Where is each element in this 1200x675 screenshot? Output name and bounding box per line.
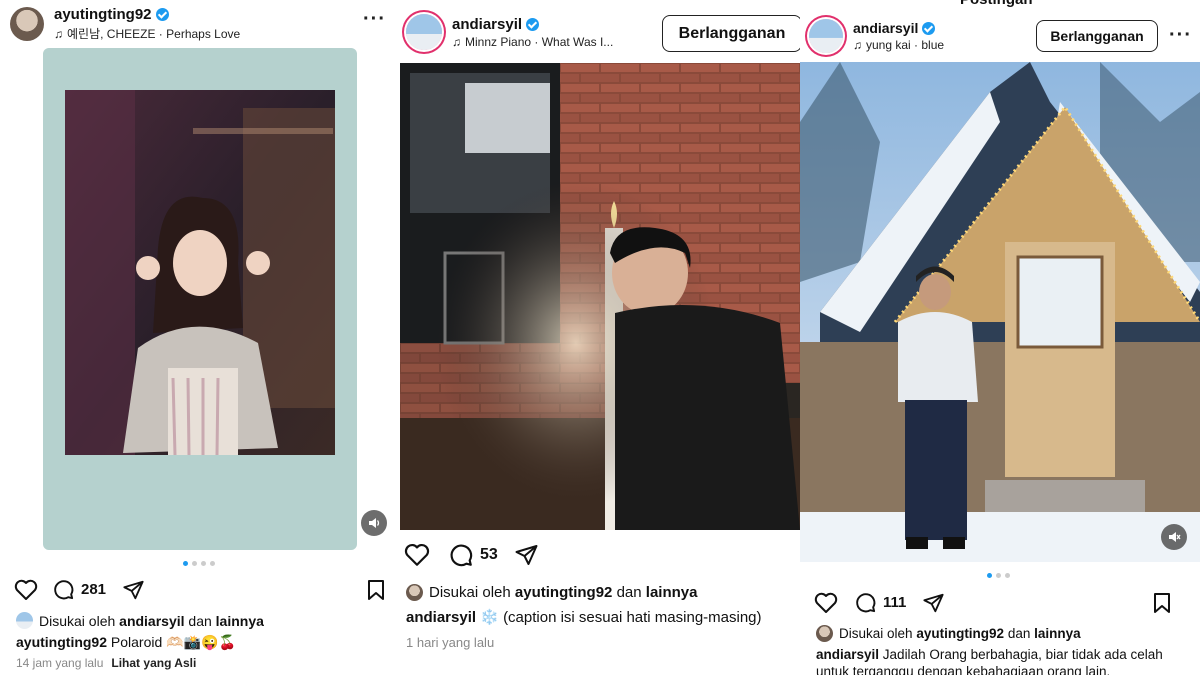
- avatar[interactable]: [10, 7, 44, 41]
- speaker-icon[interactable]: [361, 510, 387, 536]
- caption-text: Polaroid 🫶🏻📸😜🍒: [110, 634, 236, 650]
- verified-badge-icon: [526, 17, 540, 31]
- liked-and: dan: [616, 584, 642, 601]
- song-artist: yung kai: [866, 38, 911, 52]
- bookmark-icon[interactable]: [366, 579, 386, 601]
- liked-user[interactable]: ayutingting92: [916, 626, 1004, 641]
- liker-avatar: [816, 625, 833, 642]
- post-time: 1 hari yang lalu: [406, 635, 494, 650]
- music-note-icon: ♫: [853, 38, 862, 52]
- caption: ayutingting92 Polaroid 🫶🏻📸😜🍒: [16, 633, 386, 652]
- paper-plane-icon[interactable]: [922, 592, 945, 614]
- carousel-dots: [987, 573, 1010, 578]
- heart-icon[interactable]: [404, 543, 430, 567]
- liked-prefix: Disukai oleh: [839, 626, 913, 641]
- caption: andiarsyil Jadilah Orang berbahagia, bia…: [816, 646, 1196, 675]
- caption-user[interactable]: andiarsyil: [406, 609, 476, 626]
- post-photo[interactable]: [400, 63, 800, 530]
- song-title: What Was I...: [541, 34, 614, 49]
- speaker-icon[interactable]: [1161, 524, 1187, 550]
- liked-others[interactable]: lainnya: [646, 584, 698, 601]
- carousel-dot: [996, 573, 1001, 578]
- username[interactable]: ayutingting92: [54, 6, 152, 23]
- username-row: andiarsyil: [452, 16, 652, 33]
- carousel-dot: [1005, 573, 1010, 578]
- caption-text: ❄️ (caption isi sesuai hati masing-masin…: [480, 609, 762, 626]
- comment-count: 111: [883, 594, 907, 611]
- song-title: blue: [921, 38, 945, 52]
- post-header: ayutingting92 ♫ 예린남, CHEEZE · Perhaps Lov…: [10, 6, 400, 42]
- carousel-dots: [183, 561, 215, 566]
- liked-by[interactable]: Disukai oleh ayutingting92 dan lainnya: [816, 625, 1081, 642]
- liked-others[interactable]: lainnya: [216, 613, 264, 629]
- username-row: andiarsyil: [853, 20, 944, 36]
- audio-track[interactable]: ♫ 예린남, CHEEZE · Perhaps Love: [54, 25, 240, 42]
- audio-track[interactable]: ♫ Minnz Piano · What Was I...: [452, 35, 652, 49]
- liked-by[interactable]: Disukai oleh andiarsyil dan lainnya: [16, 612, 264, 629]
- page-title: Postingan: [960, 0, 1033, 8]
- comment-icon[interactable]: [448, 542, 474, 568]
- heart-icon[interactable]: [14, 579, 38, 601]
- verified-badge-icon: [922, 21, 936, 35]
- comment-icon[interactable]: [52, 578, 75, 601]
- liker-avatar: [406, 584, 423, 601]
- liked-by[interactable]: Disukai oleh ayutingting92 dan lainnya: [406, 584, 697, 601]
- avatar[interactable]: [809, 19, 843, 53]
- comment-count: 53: [480, 546, 498, 563]
- more-options-icon[interactable]: ···: [363, 8, 386, 31]
- subscribe-button[interactable]: Berlangganan: [1036, 20, 1158, 52]
- see-original-link[interactable]: Lihat yang Asli: [111, 656, 196, 670]
- liked-and: dan: [1007, 626, 1031, 641]
- liked-others[interactable]: lainnya: [1034, 626, 1081, 641]
- song-title: Perhaps Love: [166, 27, 241, 41]
- liked-user[interactable]: ayutingting92: [515, 584, 613, 601]
- comment-icon[interactable]: [854, 591, 877, 614]
- song-artist: Minnz Piano: [465, 34, 532, 49]
- liked-user[interactable]: andiarsyil: [119, 613, 184, 629]
- more-options-icon[interactable]: ···: [1169, 24, 1192, 47]
- post-panel-andiarsyil-candle: andiarsyil ♫ Minnz Piano · What Was I... …: [400, 0, 800, 675]
- username[interactable]: andiarsyil: [853, 20, 918, 36]
- timestamp: 1 hari yang lalu: [406, 635, 495, 650]
- liked-prefix: Disukai oleh: [429, 584, 511, 601]
- caption-user[interactable]: ayutingting92: [16, 634, 107, 650]
- action-bar: 111: [814, 591, 1200, 614]
- audio-track[interactable]: ♫ yung kai · blue: [853, 38, 944, 52]
- liked-and: dan: [188, 612, 212, 629]
- carousel-dot: [192, 561, 197, 566]
- username[interactable]: andiarsyil: [452, 16, 522, 33]
- heart-icon[interactable]: [814, 592, 838, 614]
- liker-avatar: [16, 612, 33, 629]
- carousel-dot: [987, 573, 992, 578]
- post-time: 14 jam yang lalu Lihat yang Asli: [16, 656, 196, 670]
- post-photo[interactable]: [800, 62, 1200, 562]
- music-note-icon: ♫: [452, 34, 461, 49]
- caption: andiarsyil ❄️ (caption isi sesuai hati m…: [406, 608, 796, 627]
- carousel-dot: [201, 561, 206, 566]
- verified-badge-icon: [155, 8, 169, 21]
- post-panel-andiarsyil-cabin: Postingan andiarsyil ♫yung kai · blue Be…: [800, 0, 1200, 675]
- username-row: ayutingting92: [54, 6, 240, 23]
- liked-prefix: Disukai oleh: [39, 612, 116, 629]
- paper-plane-icon[interactable]: [514, 543, 539, 567]
- song-artist: 예린남, CHEEZE: [67, 27, 156, 41]
- paper-plane-icon[interactable]: [122, 579, 145, 601]
- post-photo[interactable]: [43, 48, 357, 550]
- bookmark-icon[interactable]: [1152, 592, 1172, 614]
- comment-count: 281: [81, 581, 107, 598]
- action-bar: 53: [404, 542, 800, 568]
- music-note-icon: ♫: [54, 27, 63, 41]
- timestamp: 14 jam yang lalu: [16, 656, 104, 670]
- subscribe-button[interactable]: Berlangganan: [662, 15, 800, 52]
- carousel-dot: [183, 561, 188, 566]
- caption-user[interactable]: andiarsyil: [816, 647, 879, 662]
- avatar[interactable]: [406, 14, 442, 50]
- carousel-dot: [210, 561, 215, 566]
- action-bar: 281: [14, 578, 400, 601]
- post-panel-ayutingting92: ayutingting92 ♫ 예린남, CHEEZE · Perhaps Lov…: [0, 0, 400, 675]
